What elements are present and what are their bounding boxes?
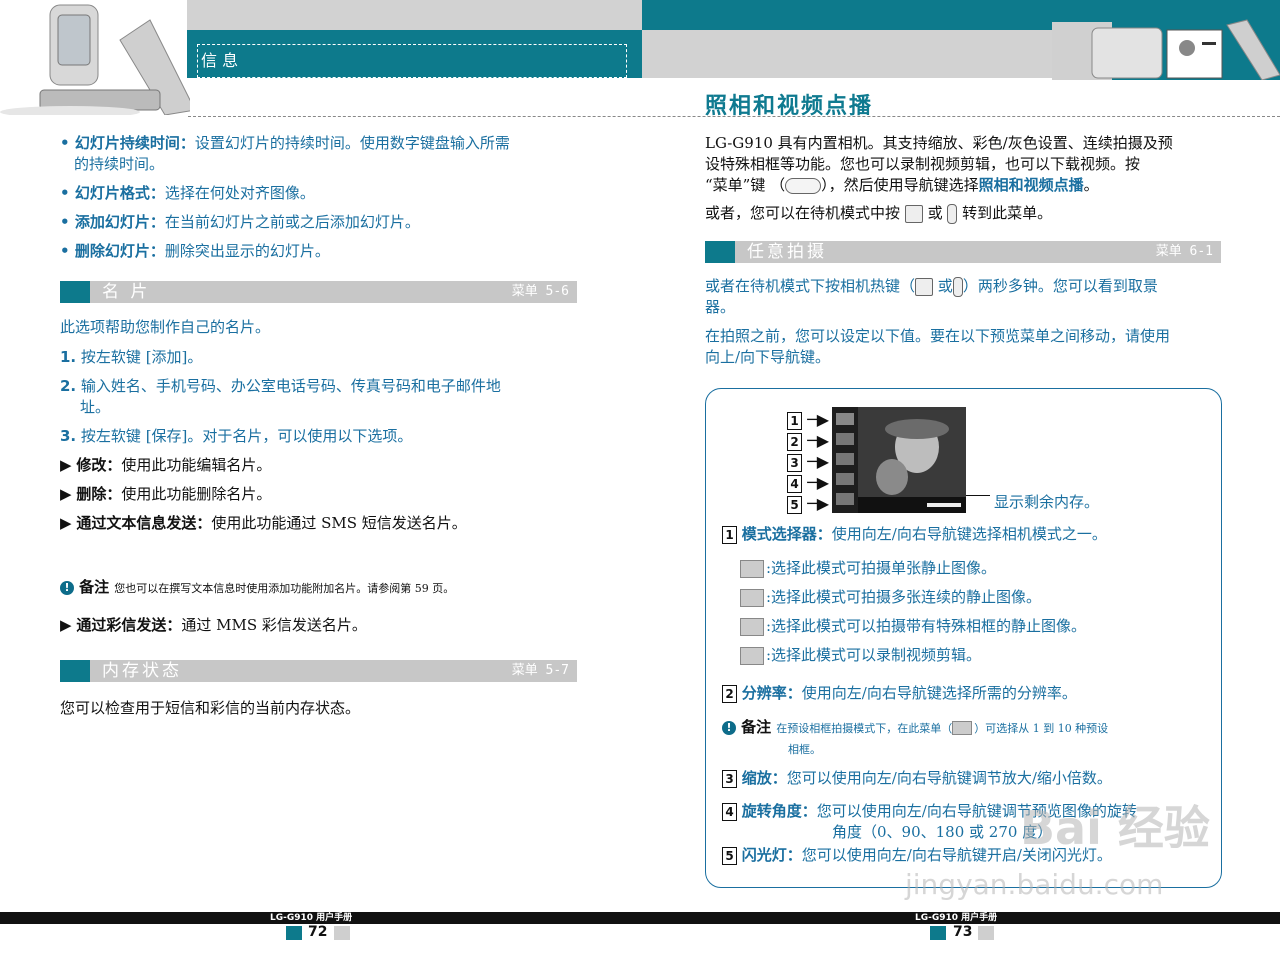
camera-hotkey-icon xyxy=(904,205,923,223)
left-note: ! 备注 您也可以在撰写文本信息时使用添加功能附加名片。请参阅第 59 页。 xyxy=(60,576,590,597)
left-page-number: 72 xyxy=(308,924,328,940)
list-item: 1. 按左软键 [添加]。 xyxy=(60,348,203,366)
phone-image-icon xyxy=(0,0,196,118)
video-icon xyxy=(740,647,764,665)
right-alt: 或者，您可以在待机模式中按 或 转到此菜单。 xyxy=(705,204,1053,224)
right-phone-image xyxy=(1052,0,1280,81)
side-key-icon xyxy=(952,277,963,297)
warning-icon: ! xyxy=(722,720,736,735)
right-footer-manual: LG-G910 用户手册 xyxy=(915,913,998,923)
list-item: ▶ 删除：使用此功能删除名片。 xyxy=(60,485,272,503)
list-item: • 幻灯片持续时间：设置幻灯片的持续时间。使用数字键盘输入所需 的持续时间。 xyxy=(60,134,510,173)
warning-icon: ! xyxy=(60,580,74,595)
single-shot-icon xyxy=(740,560,764,578)
list-item: ▶ 修改：使用此功能编辑名片。 xyxy=(60,456,272,474)
callout-3: 3 xyxy=(787,453,802,472)
left-footer-manual: LG-G910 用户手册 xyxy=(270,913,353,923)
burst-shot-icon xyxy=(740,589,764,607)
right-intro: LG-G910 具有内置相机。其支持缩放、彩色/灰色设置、连续拍摄及预 设特殊相… xyxy=(705,134,1173,194)
card-steps: 1. 按左软键 [添加]。 2. 输入姓名、手机号码、办公室电话号码、传真号码和… xyxy=(60,347,590,447)
shoot-p1: 或者在待机模式下按相机热键（ 或）两秒多钟。您可以看到取景 器。 xyxy=(705,277,1158,316)
item-resolution: 2 分辨率：使用向左/向右导航键选择所需的分辨率。 xyxy=(722,683,1077,704)
section-bar-shoot: 任意拍摄 菜单 6-1 xyxy=(705,241,1221,263)
callout-1: 1 xyxy=(787,411,802,430)
left-phone-image xyxy=(0,0,196,118)
memory-pointer xyxy=(966,495,990,496)
left-header-title: 信 息 xyxy=(201,51,239,70)
right-page-title: 照相和视频点播 xyxy=(705,94,874,119)
list-item: 2. 输入姓名、手机号码、办公室电话号码、传真号码和电子邮件地 址。 xyxy=(60,377,501,416)
shoot-p2: 在拍照之前，您可以设定以下值。要在以下预览菜单之间移动，请使用 向上/向下导航键… xyxy=(705,327,1171,366)
memory-label: 显示剩余内存。 xyxy=(994,493,1100,511)
list-item: • 幻灯片格式：选择在何处对齐图像。 xyxy=(60,184,315,202)
list-item: ▶ 通过文本信息发送：使用此功能通过 SMS 短信发送名片。 xyxy=(60,514,467,532)
camera-hotkey-icon xyxy=(915,278,934,296)
frame-shot-icon xyxy=(740,618,764,636)
callout-4: 4 xyxy=(787,474,802,493)
phone-closeup-icon xyxy=(1052,19,1280,81)
preview-photo-icon xyxy=(832,407,966,513)
item-mode-selector: 1 模式选择器：使用向左/向右导航键选择相机模式之一。 xyxy=(722,524,1107,545)
right-note: ! 备注 在预设相框拍摄模式下，在此菜单（ ）可选择从 1 到 10 种预设 相框… xyxy=(722,716,1202,757)
list-item: • 删除幻灯片：删除突出显示的幻灯片。 xyxy=(60,242,330,260)
card-intro: 此选项帮助您制作自己的名片。 xyxy=(60,318,271,336)
card-options: ▶ 修改：使用此功能编辑名片。 ▶ 删除：使用此功能删除名片。 ▶ 通过文本信息… xyxy=(60,455,590,534)
side-key-icon xyxy=(947,204,958,224)
item-zoom: 3 缩放：您可以使用向左/向右导航键调节放大/缩小倍数。 xyxy=(722,768,1112,789)
callout-2: 2 xyxy=(787,432,802,451)
callout-list: 1 ─▶ 2 ─▶ 3 ─▶ 4 ─▶ 5 ─▶ xyxy=(787,410,829,515)
left-header-bar: 信 息 xyxy=(187,30,642,78)
menu-key-icon xyxy=(785,178,822,194)
mode-list: :选择此模式可拍摄单张静止图像。 :选择此模式可拍摄多张连续的静止图像。 :选择… xyxy=(740,558,1086,666)
frame-shot-icon xyxy=(952,720,973,735)
camera-preview-image xyxy=(832,407,966,513)
memory-text: 您可以检查用于短信和彩信的当前内存状态。 xyxy=(60,699,361,717)
section-bar-card: 名 片 菜单 5-6 xyxy=(60,281,577,303)
list-item: 3. 按左软键 [保存]。对于名片，可以使用以下选项。 xyxy=(60,427,413,445)
left-bullets: • 幻灯片持续时间：设置幻灯片的持续时间。使用数字键盘输入所需 的持续时间。 •… xyxy=(60,133,590,262)
list-item: • 添加幻灯片：在当前幻灯片之前或之后添加幻灯片。 xyxy=(60,213,420,231)
mms-option: ▶ 通过彩信发送：通过 MMS 彩信发送名片。 xyxy=(60,616,367,634)
section-bar-memory: 内存状态 菜单 5-7 xyxy=(60,660,577,682)
watermark: Bai 经验 xyxy=(1020,801,1210,855)
watermark-url: jingyan.baidu.com xyxy=(905,868,1164,901)
callout-5: 5 xyxy=(787,495,802,514)
right-page-number: 73 xyxy=(953,924,973,940)
